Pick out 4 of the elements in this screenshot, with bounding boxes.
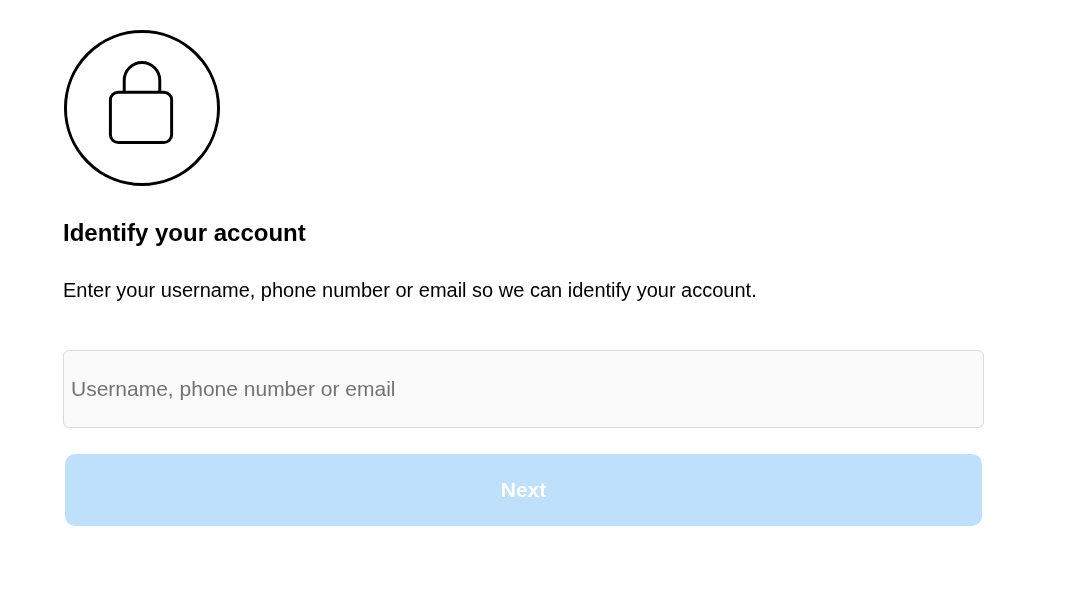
lock-icon (63, 29, 221, 187)
description-text: Enter your username, phone number or email so we can identify your account. (63, 278, 757, 303)
heading: Identify your account (63, 218, 306, 248)
input-field[interactable]: Username, phone number or email (63, 350, 984, 428)
